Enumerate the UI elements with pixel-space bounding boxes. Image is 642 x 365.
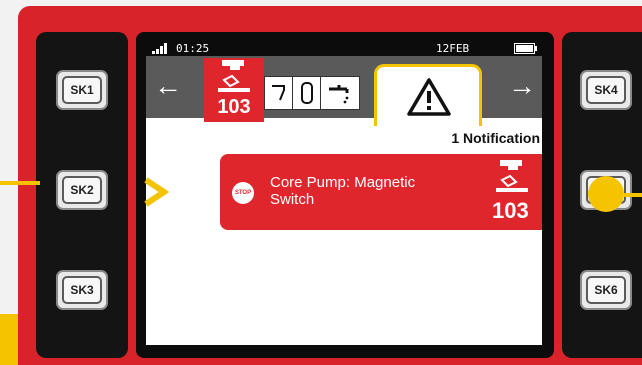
softkey-sk2-label: SK2 <box>62 176 102 204</box>
alarm-title: Core Pump: Magnetic Switch <box>270 174 416 208</box>
badge-code: 103 <box>217 96 251 118</box>
status-date: 12FEB <box>436 42 470 55</box>
softkey-sk4[interactable]: SK4 <box>580 70 632 110</box>
right-pointer-arrow <box>624 193 642 197</box>
pump-alarm-icon <box>496 160 528 192</box>
left-pointer-line <box>0 181 40 185</box>
status-bar: 01:25 12FEB <box>146 40 542 56</box>
softkey-sk6-label: SK6 <box>586 276 626 304</box>
forward-arrow-icon[interactable]: → <box>508 70 536 102</box>
softkey-sk3-label: SK3 <box>62 276 102 304</box>
softkey-sk2[interactable]: SK2 <box>56 170 108 210</box>
tab-cylinder-icon[interactable] <box>292 76 322 110</box>
left-softkey-column: SK1 SK2 SK3 <box>36 32 128 358</box>
highlight-dot <box>588 176 624 212</box>
softkey-sk1[interactable]: SK1 <box>56 70 108 110</box>
active-alarm-badge[interactable]: 103 <box>204 58 264 122</box>
tab-faucet-icon[interactable] <box>320 76 360 110</box>
pump-alarm-icon <box>218 60 250 92</box>
alarm-card[interactable]: STOP Core Pump: Magnetic Switch 103 <box>220 154 542 230</box>
back-arrow-icon[interactable]: ← <box>154 70 182 102</box>
warning-triangle-icon <box>407 78 451 116</box>
signal-strength-icon <box>152 43 167 54</box>
softkey-sk1-label: SK1 <box>62 76 102 104</box>
stop-icon: STOP <box>232 182 254 204</box>
alarm-code: 103 <box>492 198 529 223</box>
softkey-sk6[interactable]: SK6 <box>580 270 632 310</box>
tab-notifications[interactable] <box>374 64 482 126</box>
notification-count: 1 Notification <box>451 130 540 146</box>
display-screen: 01:25 12FEB ← → 103 1 Notification STOP … <box>146 40 542 345</box>
status-time: 01:25 <box>176 42 210 55</box>
softkey-sk3[interactable]: SK3 <box>56 270 108 310</box>
tab-lamp-icon[interactable] <box>264 76 294 110</box>
screen-pointer-arrow <box>144 177 170 207</box>
battery-icon <box>514 43 537 54</box>
softkey-sk4-label: SK4 <box>586 76 626 104</box>
